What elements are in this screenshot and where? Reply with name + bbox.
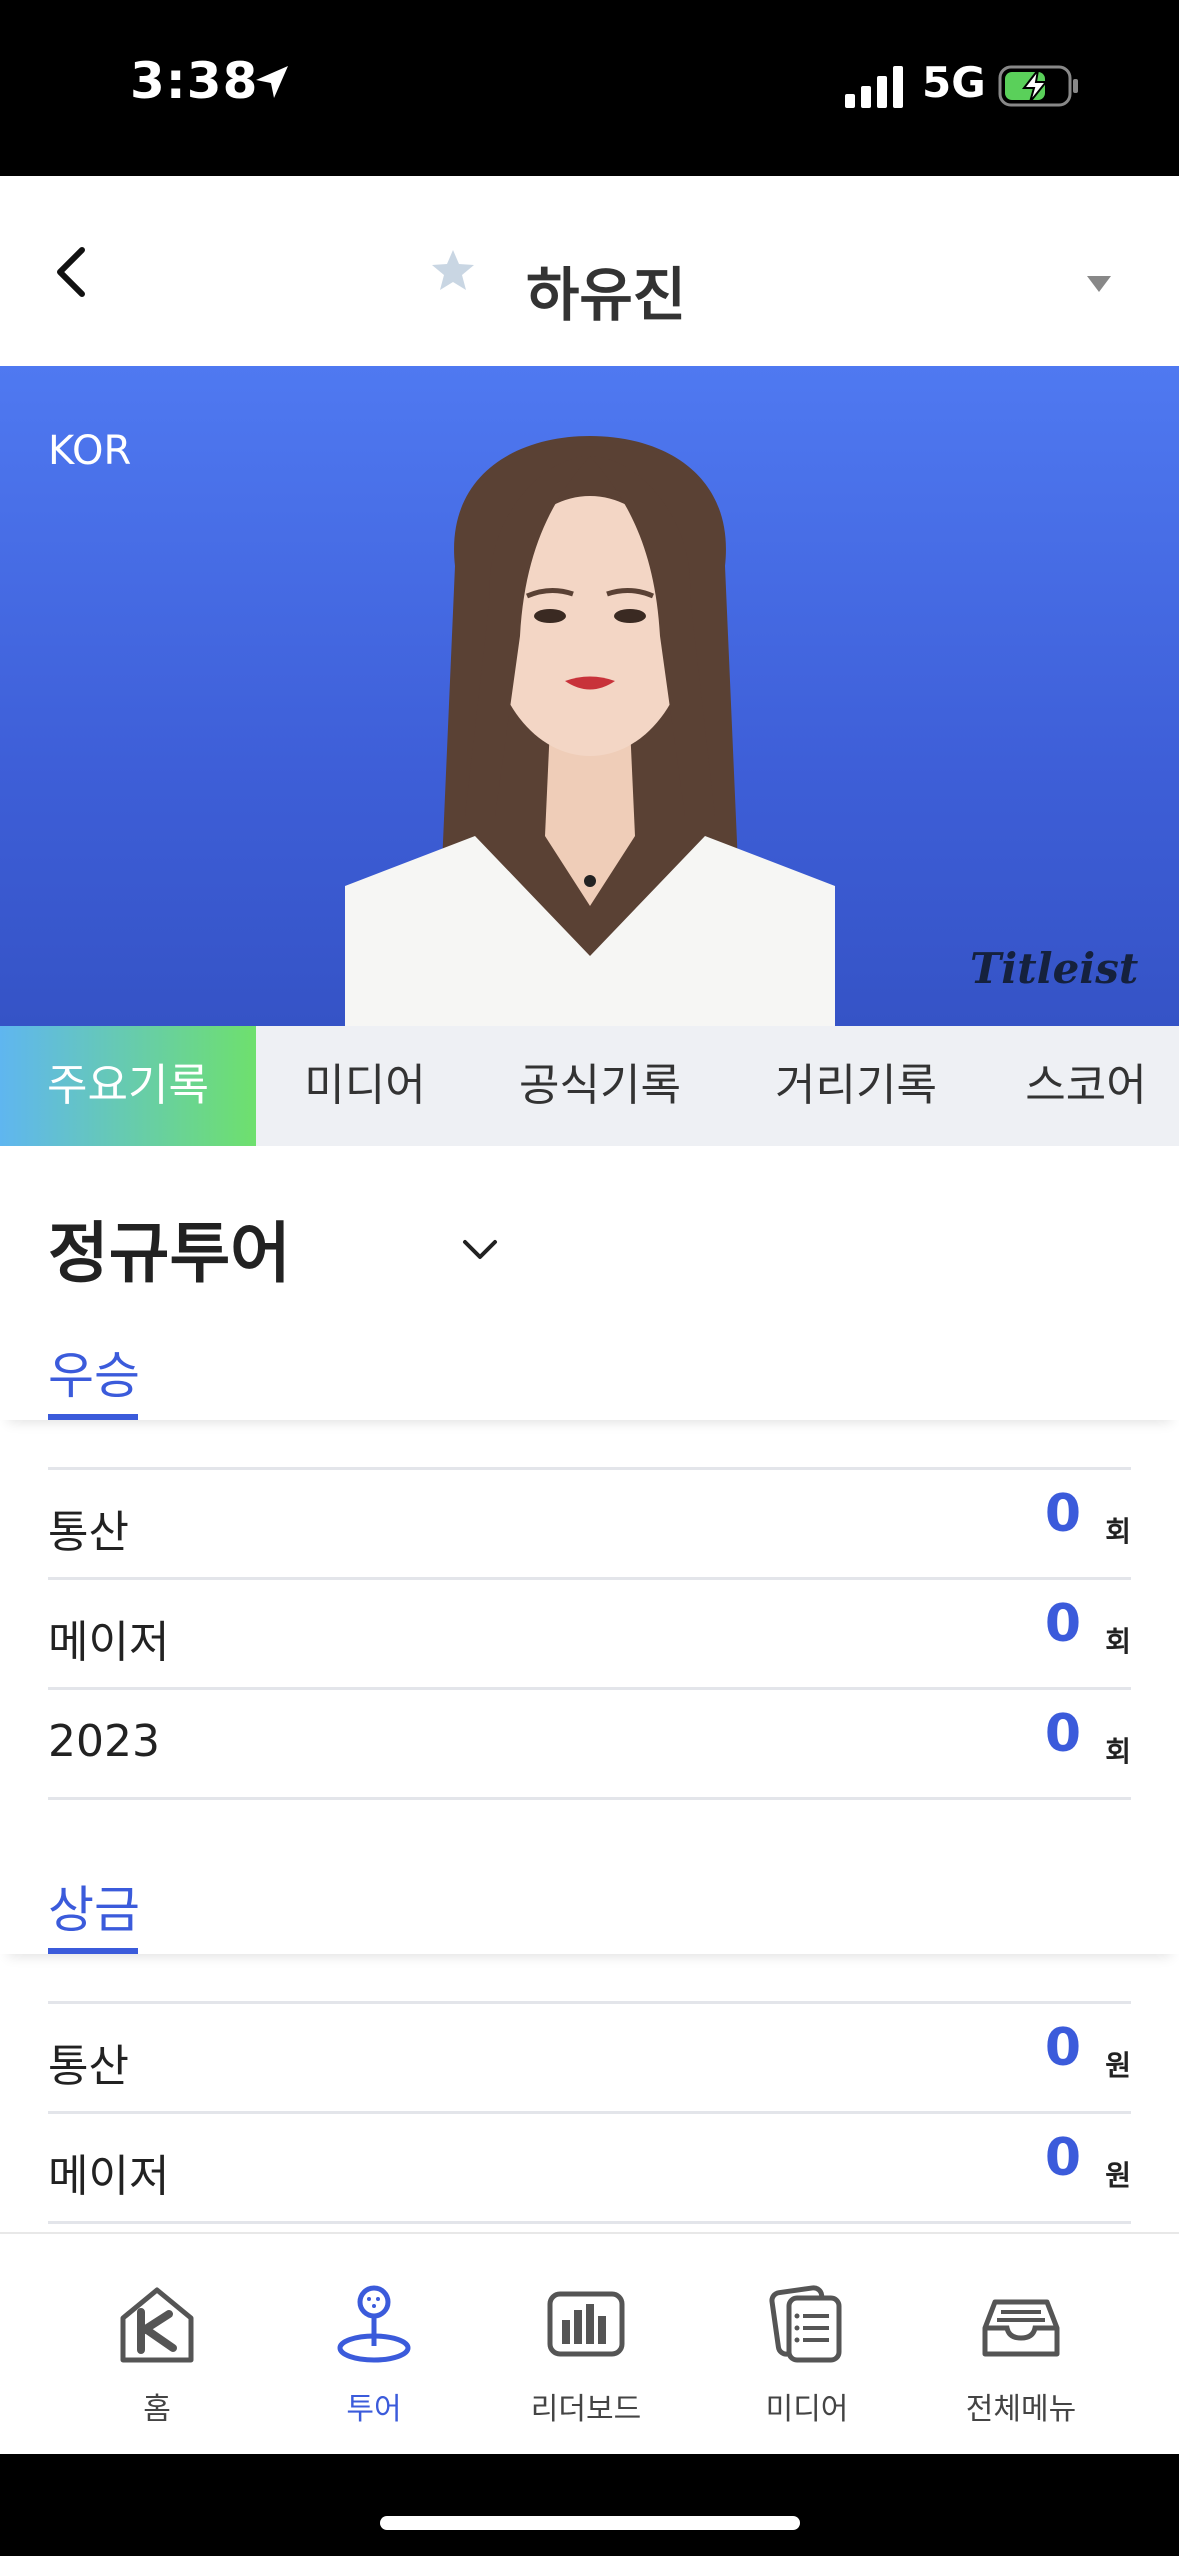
row-value: 0 (1044, 1704, 1081, 1764)
nav-tour[interactable]: 투어 (274, 2234, 474, 2456)
list-item: 메이저 0 원 (48, 2111, 1131, 2224)
section-tabs: 주요기록 미디어 공식기록 거리기록 스코어 (0, 1026, 1179, 1146)
media-icon (769, 2285, 842, 2363)
sponsor-logo: Titleist (970, 944, 1139, 993)
inbox-menu-icon (982, 2299, 1060, 2357)
wins-underline (48, 1414, 138, 1420)
bottom-nav: 홈 투어 리더보드 미디어 전체메뉴 (0, 2232, 1179, 2456)
list-item: 메이저 0 회 (48, 1577, 1131, 1687)
prize-underline (48, 1948, 138, 1954)
row-label: 메이저 (48, 1617, 170, 1668)
row-value: 0 (1044, 1484, 1081, 1544)
chevron-down-icon[interactable] (462, 1238, 498, 1262)
back-arrow-icon[interactable] (52, 244, 92, 300)
battery-charging-icon (998, 65, 1078, 107)
wins-list: 통산 0 회 메이저 0 회 2023 0 회 (48, 1467, 1131, 1800)
tab-media[interactable]: 미디어 (256, 1026, 474, 1146)
golf-pin-icon (337, 2285, 411, 2363)
tab-distance-records[interactable]: 거리기록 (726, 1026, 986, 1146)
leaderboard-icon (547, 2291, 625, 2357)
nav-label: 홈 (143, 2392, 171, 2427)
tour-select[interactable]: 정규투어 (48, 1200, 291, 1296)
row-label: 통산 (48, 2041, 129, 2092)
tab-key-records[interactable]: 주요기록 (0, 1026, 256, 1146)
status-bar: 3:38 5G (0, 0, 1179, 176)
home-indicator[interactable] (380, 2516, 800, 2530)
row-unit: 회 (1105, 1625, 1131, 1658)
nav-media[interactable]: 미디어 (707, 2234, 907, 2456)
nav-all-menu[interactable]: 전체메뉴 (921, 2234, 1121, 2456)
nav-label: 미디어 (765, 2392, 849, 2427)
prize-title: 상금 (48, 1881, 140, 1939)
location-arrow-icon (256, 66, 288, 98)
player-name[interactable]: 하유진 (526, 248, 686, 332)
list-item: 통산 0 회 (48, 1467, 1131, 1577)
nav-label: 투어 (346, 2392, 402, 2427)
player-photo (345, 436, 835, 1026)
nav-label: 리더보드 (530, 2392, 642, 2427)
row-value: 0 (1044, 2128, 1081, 2188)
row-value: 0 (1044, 2018, 1081, 2078)
row-label: 2023 (48, 1716, 160, 1767)
list-item: 2023 0 회 (48, 1687, 1131, 1800)
home-icon (120, 2287, 194, 2363)
row-value: 0 (1044, 1594, 1081, 1654)
network-label: 5G (922, 58, 986, 107)
row-unit: 원 (1105, 2049, 1131, 2082)
favorite-star-icon[interactable] (430, 248, 476, 294)
row-label: 통산 (48, 1507, 129, 1558)
home-indicator-area (0, 2454, 1179, 2556)
nav-label: 전체메뉴 (965, 2392, 1077, 2427)
row-unit: 원 (1105, 2159, 1131, 2192)
wins-title: 우승 (48, 1347, 140, 1405)
wins-subheader: 우승 (0, 1310, 1179, 1420)
dropdown-caret-icon[interactable] (1085, 274, 1113, 294)
row-label: 메이저 (48, 2151, 170, 2202)
row-unit: 회 (1105, 1515, 1131, 1548)
signal-icon (845, 66, 903, 108)
tab-score[interactable]: 스코어 (986, 1026, 1179, 1146)
nav-home[interactable]: 홈 (57, 2234, 257, 2456)
list-item: 통산 0 원 (48, 2001, 1131, 2111)
status-time: 3:38 (130, 52, 259, 110)
row-unit: 회 (1105, 1735, 1131, 1768)
app-header: 하유진 (0, 176, 1179, 366)
tab-official-records[interactable]: 공식기록 (474, 1026, 726, 1146)
prize-subheader: 상금 (0, 1844, 1179, 1954)
country-code: KOR (48, 428, 132, 474)
player-hero-banner: KOR Titleist (0, 366, 1179, 1026)
nav-leaderboard[interactable]: 리더보드 (486, 2234, 686, 2456)
prize-list: 통산 0 원 메이저 0 원 (48, 2001, 1131, 2224)
